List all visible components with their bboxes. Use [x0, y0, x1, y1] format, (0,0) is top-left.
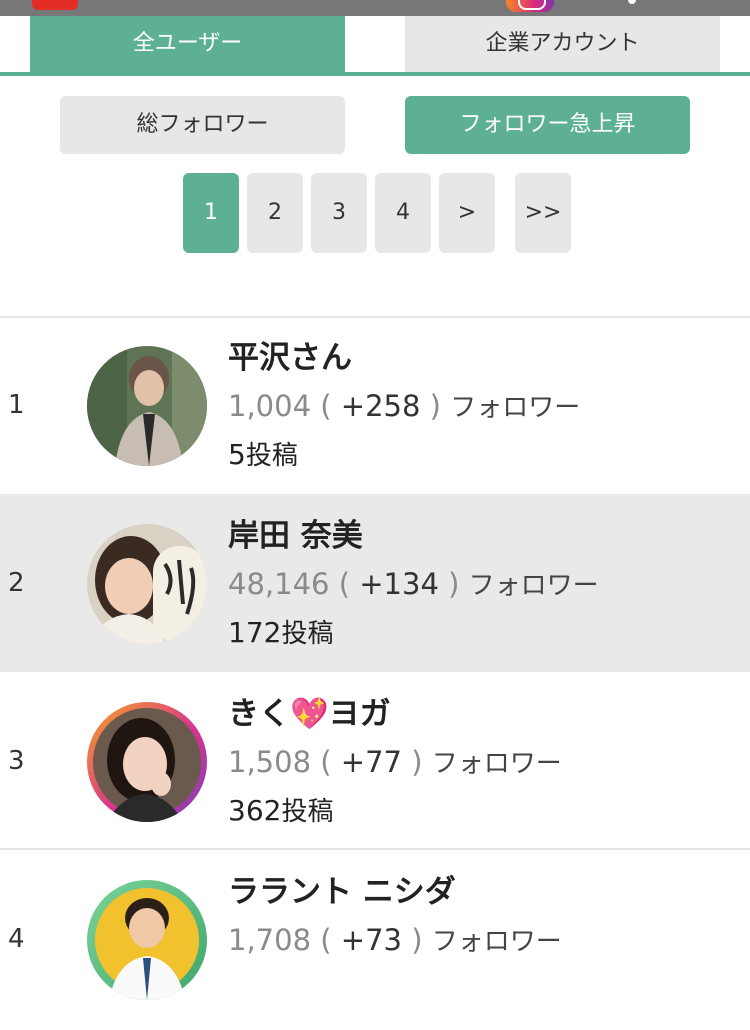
ranking-row[interactable]: 2 岸田 奈美 48,146 ( +134 ) フォロワー 172投稿	[0, 494, 750, 672]
follower-total: 1,004	[228, 389, 312, 423]
user-name[interactable]: 岸田 奈美	[228, 510, 363, 555]
post-label: 投稿	[281, 797, 334, 827]
post-label: 投稿	[245, 441, 298, 471]
instagram-icon[interactable]	[506, 0, 554, 12]
post-number: 5	[228, 438, 246, 471]
paren-close: )	[411, 745, 423, 779]
page-1-button[interactable]: 1	[183, 173, 239, 253]
post-number: 362	[228, 794, 282, 827]
follower-count: 1,508 ( +77 ) フォロワー	[228, 743, 562, 780]
paren-open: (	[320, 745, 332, 779]
post-count: 5投稿	[228, 435, 298, 472]
menu-dot-icon	[628, 0, 636, 4]
paren-close: )	[448, 567, 460, 601]
follower-gain: +77	[340, 745, 402, 779]
follower-count: 1,708 ( +73 ) フォロワー	[228, 921, 562, 958]
user-name[interactable]: 平沢さん	[228, 332, 352, 377]
total-followers-button[interactable]: 総フォロワー	[60, 96, 345, 154]
follower-label: フォロワー	[431, 927, 562, 957]
paren-close: )	[429, 389, 441, 423]
page-4-button[interactable]: 4	[375, 173, 431, 253]
paren-open: (	[320, 923, 332, 957]
tab-company-accounts[interactable]: 企業アカウント	[405, 16, 720, 72]
next-page-button[interactable]: >	[439, 173, 495, 253]
follower-gain: +73	[340, 923, 402, 957]
user-name[interactable]: ララント ニシダ	[228, 866, 456, 911]
follower-gain: +258	[340, 389, 421, 423]
top-bar	[0, 0, 750, 16]
avatar[interactable]	[87, 346, 207, 466]
follower-total: 1,708	[228, 923, 312, 957]
post-count: 172投稿	[228, 613, 333, 650]
follower-gain: +134	[359, 567, 439, 601]
rank-number: 1	[8, 390, 25, 420]
user-type-tabs: 全ユーザー 企業アカウント	[0, 16, 750, 76]
tab-underline	[0, 72, 750, 76]
post-label: 投稿	[281, 619, 334, 649]
rank-number: 3	[8, 746, 25, 776]
paren-close: )	[411, 923, 423, 957]
ranking-row[interactable]: 3 きく💖ヨガ 1,508 ( +77 ) フォロワー 362投稿	[0, 672, 750, 850]
avatar[interactable]	[87, 702, 207, 822]
paren-open: (	[320, 389, 332, 423]
ranking-row[interactable]: 4 ララント ニシダ 1,708 ( +73 ) フォロワー	[0, 852, 750, 1030]
rank-number: 2	[8, 568, 25, 598]
follower-total: 48,146	[228, 567, 330, 601]
row-divider	[0, 848, 750, 850]
avatar[interactable]	[87, 880, 207, 1000]
follower-total: 1,508	[228, 745, 312, 779]
avatar[interactable]	[87, 524, 207, 644]
youtube-icon[interactable]	[32, 0, 78, 10]
follower-label: フォロワー	[468, 571, 599, 601]
tab-all-users[interactable]: 全ユーザー	[30, 16, 345, 72]
paren-open: (	[338, 567, 351, 601]
rank-number: 4	[8, 924, 25, 954]
ranking-row[interactable]: 1 平沢さん 1,004 ( +258 ) フォロワー 5投稿	[0, 318, 750, 496]
last-page-button[interactable]: >>	[515, 173, 571, 253]
follower-surge-button[interactable]: フォロワー急上昇	[405, 96, 690, 154]
page-2-button[interactable]: 2	[247, 173, 303, 253]
user-name[interactable]: きく💖ヨガ	[228, 688, 391, 733]
page-3-button[interactable]: 3	[311, 173, 367, 253]
follower-label: フォロワー	[431, 749, 562, 779]
follower-count: 48,146 ( +134 ) フォロワー	[228, 565, 599, 602]
post-count: 362投稿	[228, 791, 333, 828]
follower-count: 1,004 ( +258 ) フォロワー	[228, 387, 580, 424]
post-number: 172	[228, 616, 282, 649]
follower-label: フォロワー	[450, 393, 581, 423]
